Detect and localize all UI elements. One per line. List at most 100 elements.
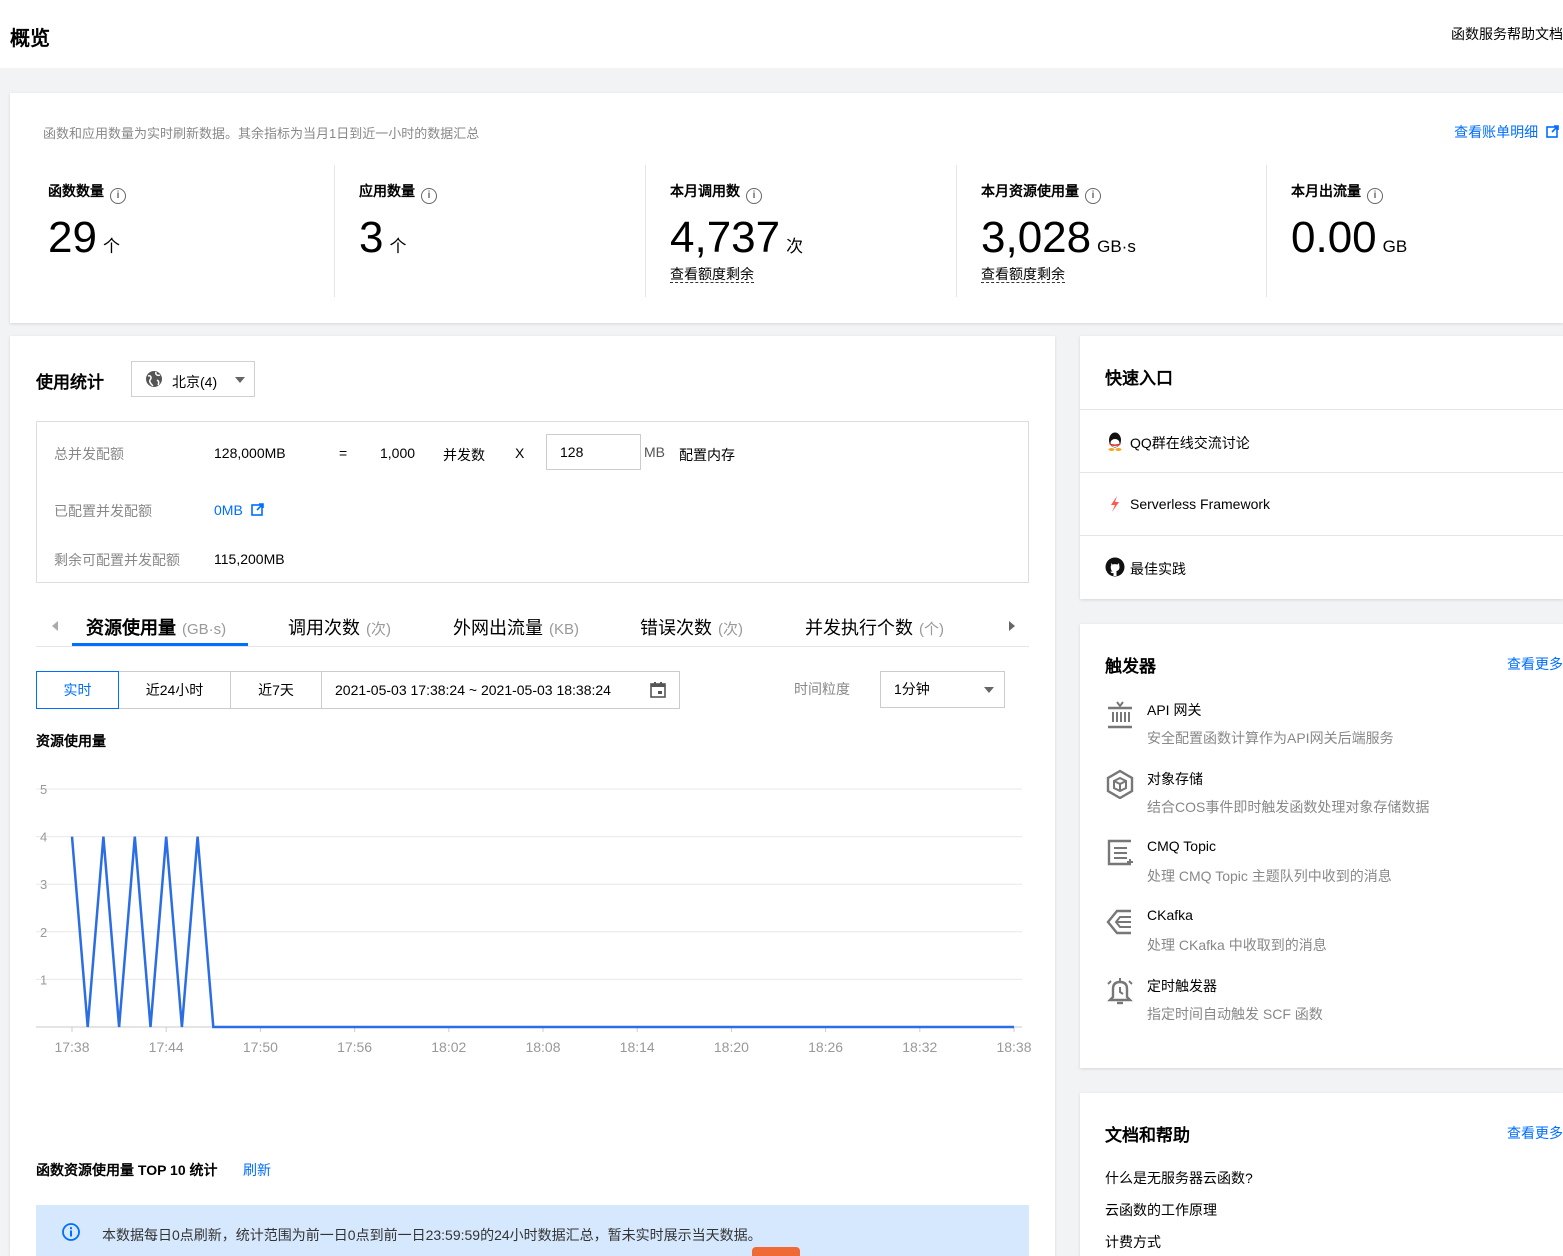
tab-unit: (次) <box>366 621 391 638</box>
trigger-ckafka[interactable]: CKafka 处理 CKafka 中收取到的消息 <box>1105 907 1555 967</box>
tab-resource-usage[interactable]: 资源使用量(GB·s) <box>86 614 226 640</box>
tab-unit: (个) <box>919 621 944 638</box>
trigger-desc: 安全配置函数计算作为API网关后端服务 <box>1147 728 1394 748</box>
tab-invocations[interactable]: 调用次数(次) <box>288 614 391 640</box>
quick-item-qq[interactable]: QQ群在线交流讨论 <box>1080 409 1563 473</box>
trigger-desc: 结合COS事件即时触发函数处理对象存储数据 <box>1147 797 1429 817</box>
x-tick-label: 18:02 <box>431 1039 466 1055</box>
chart-title: 资源使用量 <box>36 731 106 751</box>
range-realtime-button[interactable]: 实时 <box>36 671 119 709</box>
metric-value: 0.00 <box>1291 213 1377 262</box>
object-storage-icon <box>1105 769 1135 799</box>
info-icon[interactable]: i <box>421 188 437 204</box>
trigger-name: 定时触发器 <box>1147 976 1217 996</box>
memory-input[interactable] <box>546 434 641 470</box>
resource-usage-chart: 1234517:3817:4417:5017:5618:0218:0818:14… <box>10 766 1055 1056</box>
quick-entry-title: 快速入口 <box>1105 364 1173 389</box>
date-range-picker[interactable]: 2021-05-03 17:38:24 ~ 2021-05-03 18:38:2… <box>321 671 680 709</box>
tab-label: 并发执行个数 <box>805 618 913 638</box>
metric-label: 本月资源使用量 <box>981 183 1079 199</box>
info-icon[interactable]: i <box>1085 188 1101 204</box>
tab-unit: (次) <box>718 621 743 638</box>
metric-value: 3,028 <box>981 213 1091 262</box>
calendar-icon <box>650 682 666 698</box>
doc-link[interactable]: 什么是无服务器云函数? <box>1105 1168 1253 1188</box>
metric-unit: 个 <box>103 237 120 256</box>
region-value: 北京(4) <box>172 372 217 392</box>
metric-invocations: 本月调用数i 4,737次 查看额度剩余 <box>645 165 945 297</box>
quick-item-best-practice[interactable]: 最佳实践 <box>1080 535 1563 599</box>
trigger-timer[interactable]: 定时触发器 指定时间自动触发 SCF 函数 <box>1105 976 1555 1036</box>
divider <box>1266 165 1267 297</box>
view-quota-link[interactable]: 查看额度剩余 <box>670 266 754 283</box>
quick-item-label: 最佳实践 <box>1130 559 1186 579</box>
trigger-more-link[interactable]: 查看更多 <box>1507 654 1563 674</box>
external-link-icon <box>1546 125 1559 138</box>
info-banner: 本数据每日0点刷新，统计范围为前一日0点到前一日23:59:59的24小时数据汇… <box>36 1205 1029 1256</box>
metric-unit: GB <box>1383 237 1408 256</box>
trigger-api-gateway[interactable]: API 网关 安全配置函数计算作为API网关后端服务 <box>1105 700 1555 760</box>
quota-box: 总并发配额 128,000MB = 1,000 并发数 X MB 配置内存 已配… <box>36 421 1029 583</box>
x-tick-label: 17:50 <box>243 1039 278 1055</box>
tab-concurrency[interactable]: 并发执行个数 (个) <box>805 614 944 640</box>
doc-link[interactable]: 云函数的工作原理 <box>1105 1200 1217 1220</box>
region-select[interactable]: 北京(4) <box>131 361 255 397</box>
tab-errors[interactable]: 错误次数(次) <box>640 614 743 640</box>
cmq-topic-icon <box>1105 838 1135 868</box>
info-icon[interactable]: i <box>1367 188 1383 204</box>
quick-item-serverless[interactable]: Serverless Framework <box>1080 472 1563 536</box>
concurrency-label: 并发数 <box>443 445 485 465</box>
quick-entry-card: 快速入口 QQ群在线交流讨论 Serverless Framework 最佳实践 <box>1080 336 1563 599</box>
x-tick-label: 17:56 <box>337 1039 372 1055</box>
docs-more-link[interactable]: 查看更多 <box>1507 1123 1563 1143</box>
metric-label: 本月出流量 <box>1291 183 1361 199</box>
times-sign: X <box>515 445 524 461</box>
trigger-name: API 网关 <box>1147 700 1201 720</box>
docs-card: 文档和帮助 查看更多 什么是无服务器云函数? 云函数的工作原理 计费方式 <box>1080 1093 1563 1256</box>
view-bill-link[interactable]: 查看账单明细 <box>1454 122 1559 142</box>
y-tick-label: 4 <box>40 830 47 845</box>
trigger-desc: 处理 CMQ Topic 主题队列中收到的消息 <box>1147 866 1392 886</box>
metric-label: 函数数量 <box>48 183 104 199</box>
github-icon <box>1105 557 1125 577</box>
view-bill-label: 查看账单明细 <box>1454 124 1538 140</box>
view-quota-link[interactable]: 查看额度剩余 <box>981 266 1065 283</box>
feedback-badge[interactable] <box>752 1247 800 1256</box>
active-tab-indicator <box>72 643 248 646</box>
range-24h-button[interactable]: 近24小时 <box>118 671 231 709</box>
trigger-name: CKafka <box>1147 907 1193 923</box>
trigger-card: 触发器 查看更多 API 网关 安全配置函数计算作为API网关后端服务 对象存储… <box>1080 624 1563 1068</box>
range-7d-button[interactable]: 近7天 <box>230 671 322 709</box>
x-tick-label: 18:14 <box>620 1039 655 1055</box>
tab-scroll-right-icon[interactable] <box>1009 621 1015 631</box>
metric-label: 应用数量 <box>359 183 415 199</box>
total-quota-label: 总并发配额 <box>54 444 124 464</box>
granularity-value: 1分钟 <box>894 681 930 697</box>
banner-text: 本数据每日0点刷新，统计范围为前一日0点到前一日23:59:59的24小时数据汇… <box>102 1225 762 1245</box>
tab-outflow[interactable]: 外网出流量(KB) <box>453 614 579 640</box>
globe-icon <box>145 370 163 388</box>
trigger-desc: 指定时间自动触发 SCF 函数 <box>1147 1004 1323 1024</box>
configured-quota-link[interactable]: 0MB <box>214 502 264 518</box>
metric-label: 本月调用数 <box>670 183 740 199</box>
remaining-quota-value: 115,200MB <box>214 551 285 567</box>
serverless-icon <box>1105 494 1125 514</box>
tab-scroll-left-icon[interactable] <box>52 621 58 631</box>
granularity-select[interactable]: 1分钟 <box>880 671 1005 708</box>
refresh-link[interactable]: 刷新 <box>243 1160 271 1180</box>
trigger-cos[interactable]: 对象存储 结合COS事件即时触发函数处理对象存储数据 <box>1105 769 1555 829</box>
trigger-cmq-topic[interactable]: CMQ Topic 处理 CMQ Topic 主题队列中收到的消息 <box>1105 838 1555 898</box>
y-tick-label: 5 <box>40 782 47 797</box>
x-tick-label: 18:20 <box>714 1039 749 1055</box>
x-tick-label: 18:08 <box>525 1039 560 1055</box>
help-doc-link[interactable]: 函数服务帮助文档 <box>1451 24 1563 44</box>
y-tick-label: 3 <box>40 877 47 892</box>
quick-item-label: QQ群在线交流讨论 <box>1130 433 1250 453</box>
top10-title: 函数资源使用量 TOP 10 统计 <box>36 1160 218 1180</box>
quick-item-label: Serverless Framework <box>1130 496 1270 512</box>
info-icon[interactable]: i <box>746 188 762 204</box>
usage-title: 使用统计 <box>36 368 104 393</box>
doc-link[interactable]: 计费方式 <box>1105 1232 1161 1252</box>
info-icon[interactable]: i <box>110 188 126 204</box>
configured-quota-label: 已配置并发配额 <box>54 501 152 521</box>
